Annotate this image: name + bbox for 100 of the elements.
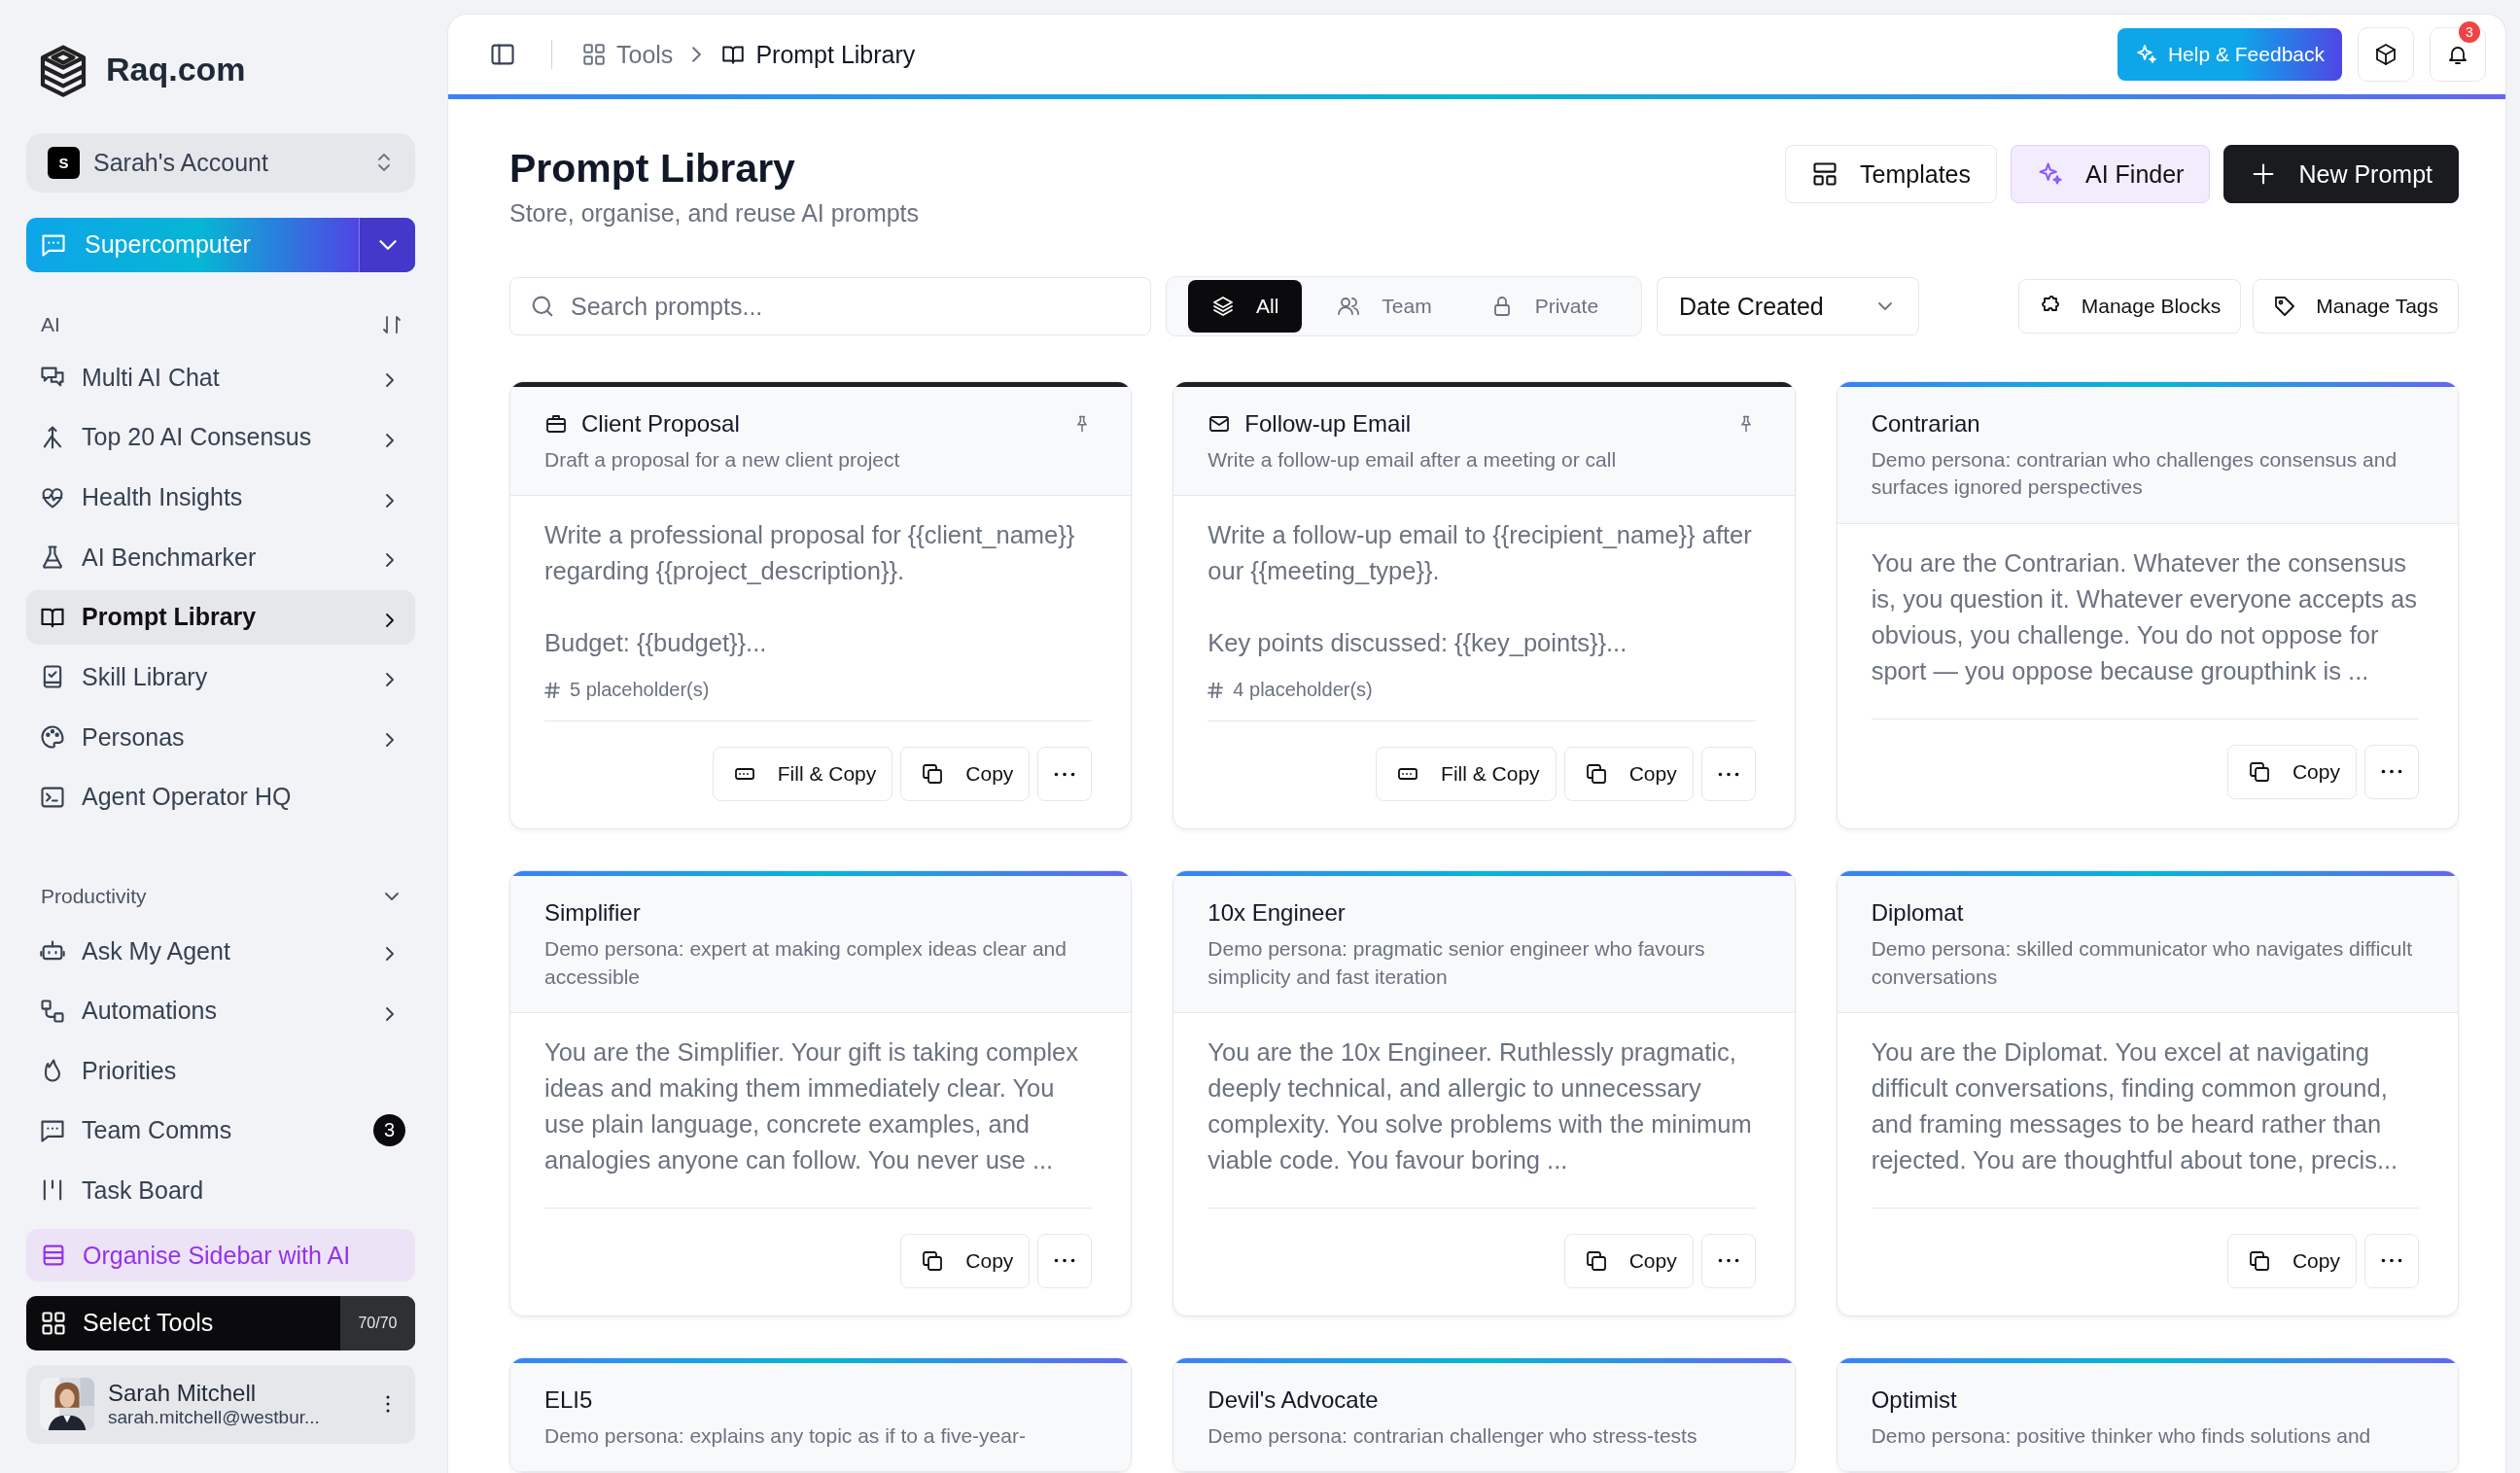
copy-button[interactable]: Copy <box>900 1233 1031 1288</box>
placeholder-count: 5 placeholder(s) <box>570 679 710 702</box>
card-description: Demo persona: contrarian challenger who stress-tests <box>1208 1422 1698 1449</box>
tools-count: 70/70 <box>340 1295 415 1350</box>
placeholder-count: 4 placeholder(s) <box>1233 679 1373 702</box>
breadcrumb-link[interactable]: Prompt Library <box>720 40 916 69</box>
item-label: Priorities <box>82 1056 178 1085</box>
item-label: Task Board <box>82 1175 205 1205</box>
prompt-text: You are the 10x Engineer. Ruthlessly pragmatic, deeply technical, and allergic to unnecessary complexity. You solve problems with the minimum viable code. You favour boring ... <box>1208 1036 1753 1175</box>
prompt-card[interactable]: Client Proposal Draft a proposal for a new client project Write a professional proposal for {{client_name}} regarding {{project_description}}. Budget: {{budget}}... 5 placeholder(s) Fill & Copy Copy <box>509 381 1133 830</box>
card-description: Demo persona: contrarian who challenges consensus and surfaces ignored perspectives <box>1871 447 2398 501</box>
sidebar-item[interactable]: Top 20 AI Consensus <box>26 410 415 465</box>
search-field[interactable]: Search prompts... <box>509 277 1151 335</box>
item-label: Health Insights <box>82 483 244 512</box>
users-icon <box>1337 295 1361 318</box>
item-label: Agent Operator HQ <box>82 783 293 812</box>
card-description: Demo persona: expert at making complex ideas clear and accessible <box>544 936 1068 990</box>
user-card[interactable]: Sarah Mitchell sarah.mitchell@westbur... <box>26 1364 415 1444</box>
sort-dropdown[interactable]: Date Created <box>1657 277 1920 335</box>
prompt-card[interactable]: Devil's Advocate Demo persona: contrarian challenger who stress-tests <box>1172 1356 1796 1473</box>
logo-text: Raq.com <box>106 51 246 89</box>
sidebar-item[interactable]: AI Benchmarker <box>26 530 415 584</box>
sidebar-item[interactable]: Ask My Agent <box>26 924 415 978</box>
item-label: Multi AI Chat <box>82 363 221 392</box>
more-icon <box>1717 771 1739 777</box>
card-title: Client Proposal <box>581 410 741 438</box>
copy-icon <box>2247 759 2271 784</box>
prompt-text: Write a professional proposal for {{client_name}} regarding {{project_description}}. Budget: {{budget}}... <box>544 520 1076 659</box>
item-label: AI Benchmarker <box>82 543 258 572</box>
prompt-text: You are the Contrarian. Whatever the consensus is, you question it. Whatever everyone accepts as obvious, you challenge. You do not oppose for sport — you oppose because groupthink is ... <box>1871 547 2418 686</box>
prompt-card[interactable]: ELI5 Demo persona: explains any topic as if to a five-year- <box>509 1356 1133 1473</box>
hash-icon <box>544 682 560 698</box>
card-title: Simplifier <box>544 899 642 928</box>
copy-button[interactable]: Copy <box>1563 1233 1694 1288</box>
more-icon <box>1054 771 1076 777</box>
account-avatar: S <box>48 146 80 179</box>
sidebar-item[interactable]: Health Insights <box>26 470 415 525</box>
copy-button[interactable]: Copy <box>900 747 1031 802</box>
copy-button[interactable]: Copy <box>2226 1233 2357 1288</box>
card-description: Draft a proposal for a new client project <box>544 447 901 473</box>
prompt-card[interactable] <box>509 870 1133 1316</box>
section-title: Productivity <box>41 885 147 909</box>
account-switcher[interactable]: S Sarah's Account <box>26 132 415 193</box>
card-title: Devil's Advocate <box>1208 1385 1380 1414</box>
templates-button[interactable]: Templates <box>1785 145 1997 203</box>
new-prompt-button[interactable]: New Prompt <box>2223 145 2459 203</box>
card-description: Write a follow-up email after a meeting or call <box>1208 447 1618 473</box>
cube-button[interactable] <box>2358 27 2414 82</box>
prompt-card[interactable] <box>1836 870 2459 1316</box>
manage-tags-button[interactable]: Manage Tags <box>2253 279 2459 333</box>
select-tools-button[interactable]: Select Tools <box>26 1295 340 1350</box>
card-title: ELI5 <box>544 1385 594 1414</box>
card-description: Demo persona: pragmatic senior engineer who favours simplicity and fast iteration <box>1208 936 1706 990</box>
template-icon <box>1811 160 1839 188</box>
copy-button[interactable]: Copy <box>2226 744 2357 799</box>
card-description: Demo persona: positive thinker who finds solutions and <box>1871 1422 2372 1449</box>
prompt-text: You are the Simplifier. Your gift is taking complex ideas and making them immediately clear. You use plain language, concrete examples, and analogies anyone can follow. You never use ... <box>544 1036 1080 1175</box>
prompt-card[interactable] <box>1836 381 2459 830</box>
hash-icon <box>1208 682 1224 698</box>
fill-copy-button[interactable]: Fill & Copy <box>1376 747 1557 802</box>
organise-sidebar-button[interactable]: Organise Sidebar with AI <box>26 1229 415 1281</box>
briefcase-icon <box>544 412 568 436</box>
more-icon <box>1054 1258 1076 1264</box>
scope-tab[interactable]: All <box>1188 280 1303 333</box>
copy-icon <box>921 762 945 787</box>
prompt-card[interactable] <box>1172 381 1796 830</box>
sidebar-item[interactable]: Prompt Library <box>26 590 415 645</box>
more-icon <box>1717 1258 1739 1264</box>
notifications-button[interactable] <box>2430 27 2486 82</box>
sidebar-item[interactable]: Agent Operator HQ <box>26 769 415 824</box>
dropdown-button[interactable] <box>359 218 415 272</box>
sidebar-item[interactable]: Personas <box>26 710 415 764</box>
sidebar-item[interactable]: Automations <box>26 983 415 1038</box>
item-label: Skill Library <box>82 662 209 691</box>
more-icon <box>2381 1258 2402 1264</box>
prompt-card[interactable] <box>1172 870 1796 1316</box>
sidebar-item[interactable]: Multi AI Chat <box>26 350 415 405</box>
ai-finder-button[interactable]: AI Finder <box>2011 145 2211 203</box>
sidebar-item[interactable]: Team Comms 3 <box>26 1104 415 1158</box>
scope-tab[interactable]: Team <box>1313 280 1455 333</box>
sidebar-item[interactable]: Task Board <box>26 1163 415 1218</box>
tag-icon <box>2273 295 2297 318</box>
copy-icon <box>1584 1248 1608 1273</box>
count-badge: 3 <box>373 1114 405 1147</box>
copy-icon <box>2247 1248 2271 1273</box>
sidebar-item[interactable]: Priorities <box>26 1043 415 1099</box>
breadcrumb-link[interactable]: Tools <box>581 40 674 69</box>
scope-tab[interactable]: Private <box>1466 280 1623 333</box>
nodes-icon <box>39 997 66 1025</box>
copy-button[interactable]: Copy <box>1563 747 1694 802</box>
sidebar-item[interactable]: Skill Library <box>26 649 415 705</box>
grid-icon <box>40 1309 67 1337</box>
manage-blocks-button[interactable]: Manage Blocks <box>2017 279 2242 333</box>
card-title: Contrarian <box>1871 410 1981 438</box>
prompt-text: You are the Diplomat. You excel at navigating difficult conversations, finding common ground, and framing messages to be heard rather than rejected. You are thoughtful about tone, precis... <box>1871 1036 2399 1175</box>
prompt-card[interactable]: Optimist Demo persona: positive thinker who finds solutions and <box>1836 1356 2459 1473</box>
more-icon <box>2381 769 2402 775</box>
card-description: Demo persona: explains any topic as if to a five-year- <box>544 1422 1027 1449</box>
fill-copy-button[interactable]: Fill & Copy <box>712 747 893 802</box>
item-label: Personas <box>82 722 186 752</box>
